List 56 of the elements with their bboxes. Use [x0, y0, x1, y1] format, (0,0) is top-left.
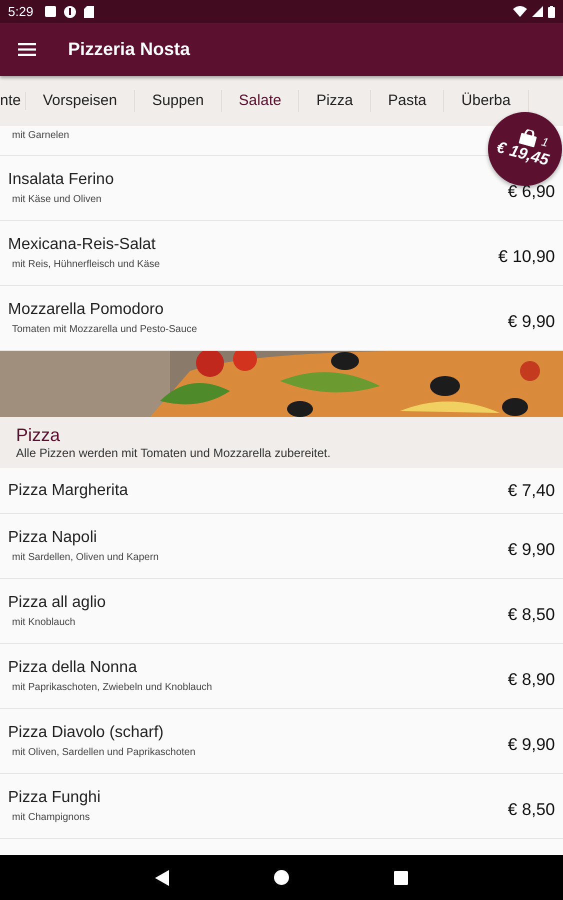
item-price: € 9,90 [508, 734, 555, 755]
item-name: Pizza Diavolo (scharf) [8, 724, 164, 742]
section-title: Pizza [16, 425, 62, 446]
item-description: mit Knoblauch [11, 617, 76, 628]
category-tab[interactable]: nte [0, 92, 26, 110]
item-name: Pizza Funghi [8, 789, 100, 807]
item-description: mit Sardellen, Oliven und Kapern [11, 552, 159, 563]
item-name: Insalata Ferino [8, 171, 114, 189]
category-tab[interactable]: Salate [222, 90, 300, 112]
item-name: Pizza Margherita [8, 482, 128, 500]
wifi-icon [513, 6, 527, 17]
menu-icon [18, 43, 36, 56]
item-price: € 8,50 [508, 799, 555, 820]
item-name: Mexicana-Reis-Salat [8, 236, 156, 254]
shopping-bag-icon [518, 127, 540, 148]
item-price: € 8,50 [508, 604, 555, 625]
item-name: Mozzarella Pomodoro [8, 301, 164, 319]
signal-icon [532, 6, 543, 17]
item-name: Pizza della Nonna [8, 659, 137, 677]
back-icon [155, 870, 169, 886]
battery-icon [548, 6, 555, 18]
category-tab[interactable]: Pizza [299, 90, 372, 112]
menu-item-row[interactable]: Pizza Margherita € 7,40 [0, 468, 563, 514]
item-price: € 9,90 [508, 311, 555, 332]
cart-count: 1 [540, 134, 550, 150]
menu-item-row[interactable]: Pizza della Nonna mit Paprikaschoten, Zwiebeln und Knoblauch € 8,90 [0, 644, 563, 709]
section-description: Alle Pizzen werden mit Tomaten und Mozzarella zubereitet. [16, 446, 332, 460]
item-price: € 9,90 [508, 539, 555, 560]
notification-icon [64, 6, 76, 18]
item-description: mit Paprikaschoten, Zwiebeln und Knoblauch [11, 682, 212, 693]
menu-item-row[interactable]: Pizza Funghi mit Champignons € 8,50 [0, 774, 563, 839]
item-description: mit Champignons [11, 812, 90, 823]
item-price: € 10,90 [498, 246, 555, 267]
category-tab[interactable]: Vorspeisen [26, 90, 136, 112]
cart-button[interactable]: 1 € 19,45 [488, 112, 562, 186]
item-name: Pizza all aglio [8, 594, 106, 612]
item-description: mit Käse und Oliven [11, 194, 102, 205]
item-description: mit Reis, Hühnerfleisch und Käse [11, 259, 160, 270]
category-tab[interactable]: Suppen [135, 90, 222, 112]
item-description: Tomaten mit Mozzarella und Pesto-Sauce [11, 324, 198, 335]
menu-item-row[interactable]: Pizza Diavolo (scharf) mit Oliven, Sardellen und Paprikaschoten € 9,90 [0, 709, 563, 774]
recents-icon [394, 870, 408, 884]
item-price: € 8,90 [508, 669, 555, 690]
menu-item-row[interactable]: Mexicana-Reis-Salat mit Reis, Hühnerfleisch und Käse € 10,90 [0, 221, 563, 286]
item-description: mit Oliven, Sardellen und Paprikaschoten [11, 747, 196, 758]
item-description: mit Garnelen [11, 130, 70, 141]
notification-icon [45, 6, 56, 17]
app-title: Pizzeria Nosta [68, 39, 190, 60]
item-price: € 7,40 [508, 480, 555, 500]
sd-card-icon [84, 6, 94, 18]
menu-item-row[interactable]: Pizza Napoli mit Sardellen, Oliven und Kapern € 9,90 [0, 514, 563, 579]
menu-item-row[interactable]: Pizza all aglio mit Knoblauch € 8,50 [0, 579, 563, 644]
status-time: 5:29 [8, 4, 34, 19]
category-tab[interactable]: Pasta [371, 90, 444, 112]
item-name: Pizza Napoli [8, 529, 97, 547]
home-icon [274, 870, 289, 885]
